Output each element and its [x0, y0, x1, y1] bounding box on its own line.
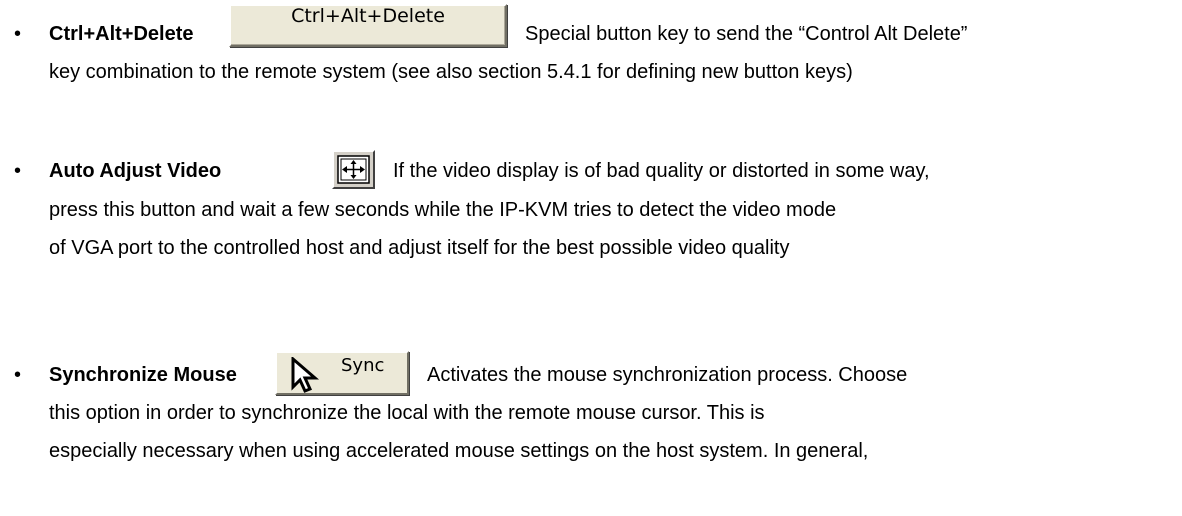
sync-desc-line-3: especially necessary when using accelera… [49, 440, 869, 462]
ctrl-alt-delete-desc-line-2: key combination to the remote system (se… [49, 61, 853, 83]
ctrl-alt-delete-desc-line-1: Special button key to send the “Control … [525, 23, 968, 45]
mouse-cursor-icon [291, 357, 320, 393]
bullet-3: • [14, 364, 22, 386]
auto-adjust-desc-line-2: press this button and wait a few seconds… [49, 199, 837, 221]
ctrl-alt-delete-button-label: Ctrl+Alt+Delete [291, 5, 445, 27]
sync-desc-line-1: Activates the mouse synchronization proc… [427, 364, 908, 386]
auto-adjust-desc-line-3: of VGA port to the controlled host and a… [49, 237, 790, 259]
term-ctrl-alt-delete: Ctrl+Alt+Delete [49, 23, 194, 45]
document-page: • Ctrl+Alt+Delete Ctrl+Alt+Delete Specia… [0, 0, 1182, 516]
term-auto-adjust-video: Auto Adjust Video [49, 160, 222, 182]
bullet-2: • [14, 160, 22, 182]
sync-desc-line-2: this option in order to synchronize the … [49, 402, 765, 424]
ctrl-alt-delete-button[interactable]: Ctrl+Alt+Delete [229, 4, 507, 47]
bullet-1: • [14, 23, 22, 45]
auto-adjust-video-button[interactable] [332, 150, 375, 189]
term-synchronize-mouse: Synchronize Mouse [49, 364, 237, 386]
auto-adjust-desc-line-1: If the video display is of bad quality o… [393, 160, 930, 182]
sync-button-label: Sync [341, 355, 385, 376]
sync-mouse-button[interactable]: Sync [275, 351, 409, 395]
auto-adjust-arrows-icon [337, 155, 370, 184]
